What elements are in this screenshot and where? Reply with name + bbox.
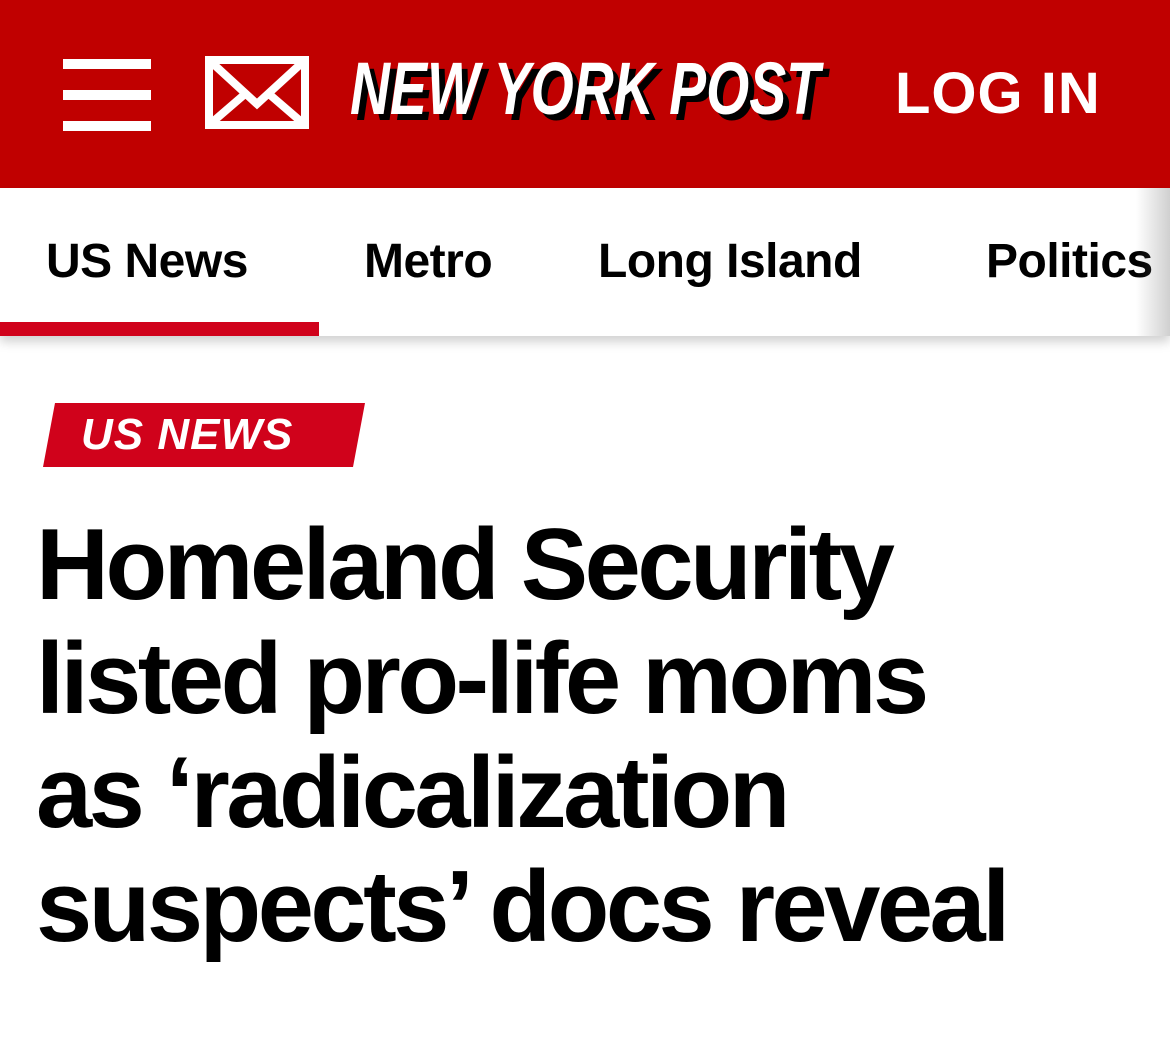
nav-item-us-news[interactable]: US News — [46, 232, 248, 292]
nav-item-long-island[interactable]: Long Island — [598, 232, 862, 292]
site-header: NEW YORK POST NEW YORK POST LOG IN — [0, 0, 1170, 188]
nav-item-metro[interactable]: Metro — [364, 232, 493, 292]
envelope-icon[interactable] — [205, 56, 309, 129]
nav-item-politics[interactable]: Politics — [986, 232, 1153, 292]
headline-line: Homeland Security — [36, 509, 895, 621]
new-york-post-logo[interactable]: NEW YORK POST NEW YORK POST — [346, 47, 836, 136]
article-headline[interactable]: Homeland Security listed pro-life moms a… — [36, 508, 1146, 964]
logo-text: NEW YORK POST — [350, 50, 824, 130]
nav-scroll-fade — [1136, 188, 1170, 336]
hamburger-menu-icon[interactable] — [63, 59, 151, 131]
section-tag-label: US NEWS — [81, 410, 294, 459]
headline-line: suspects’ docs reveal — [36, 851, 1010, 963]
active-tab-indicator — [0, 322, 319, 336]
section-nav: US News Metro Long Island Politics — [0, 188, 1170, 336]
headline-line: as ‘radicalization — [36, 737, 790, 849]
section-tag[interactable]: US NEWS — [43, 403, 365, 467]
log-in-button[interactable]: LOG IN — [895, 62, 1101, 126]
headline-line: listed pro-life moms — [36, 623, 929, 735]
